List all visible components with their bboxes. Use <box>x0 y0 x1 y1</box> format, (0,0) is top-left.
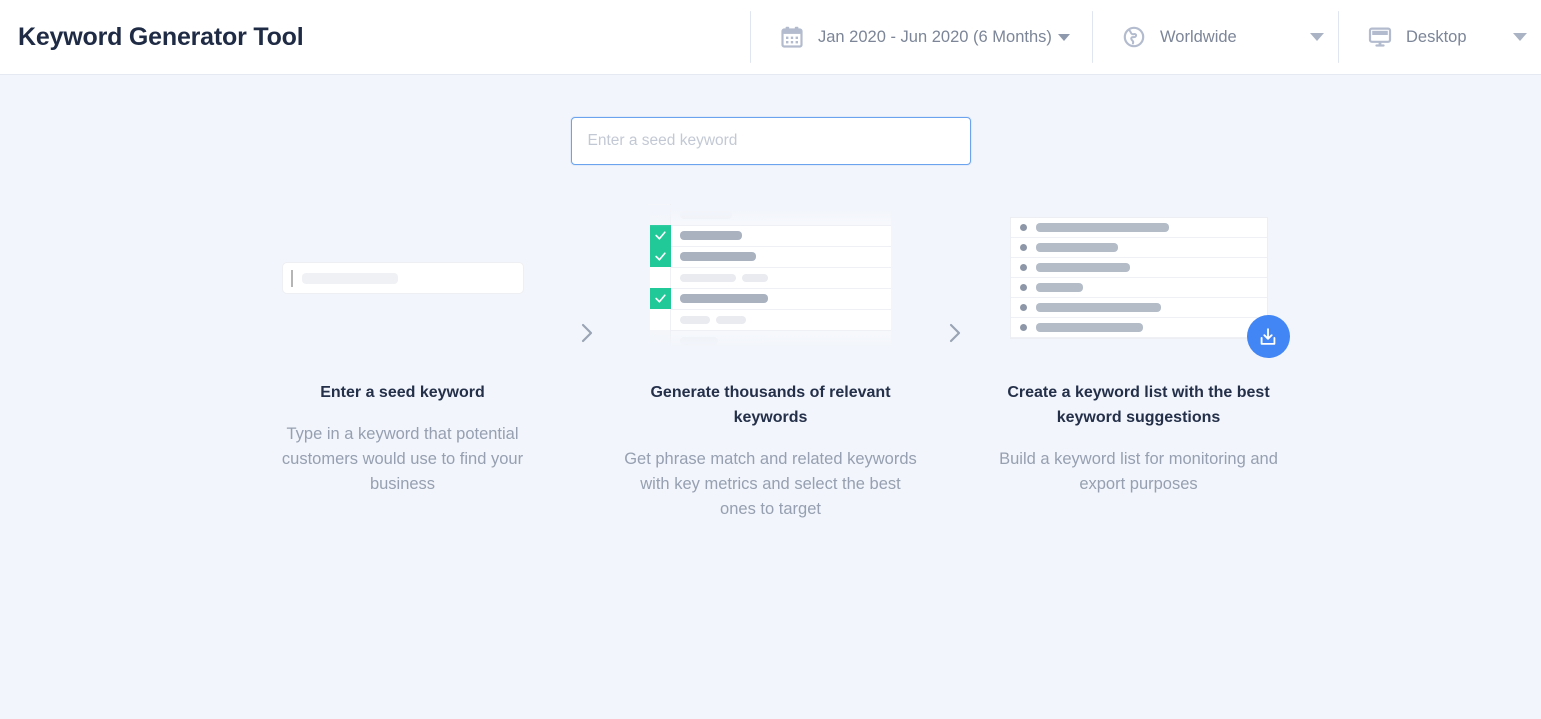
keyword-placeholder-bar <box>680 294 768 303</box>
placeholder-bar <box>302 273 398 284</box>
table-row-content <box>671 268 891 288</box>
table-row[interactable] <box>650 226 891 247</box>
chevron-down-icon <box>1310 33 1324 41</box>
step-title: Enter a seed keyword <box>258 380 548 405</box>
globe-icon <box>1122 25 1146 49</box>
table-row[interactable] <box>650 268 891 289</box>
chevron-right-icon <box>948 322 962 344</box>
device-label: Desktop <box>1406 28 1467 47</box>
table-row[interactable] <box>650 205 891 226</box>
keyword-list-illustration <box>989 203 1289 353</box>
keyword-placeholder-bar <box>680 274 736 282</box>
keyword-placeholder-bar <box>680 316 710 324</box>
bullet-icon <box>1020 324 1027 331</box>
page-title: Keyword Generator Tool <box>18 23 303 52</box>
step-description: Type in a keyword that potential custome… <box>253 422 553 497</box>
list-item[interactable] <box>1011 298 1267 318</box>
row-checkbox-checked[interactable] <box>650 288 671 309</box>
table-row-content <box>671 289 891 309</box>
keyword-placeholder-bar <box>680 337 718 345</box>
illustration-keyword-list <box>1010 217 1268 339</box>
step-description: Get phrase match and related keywords wi… <box>621 447 921 522</box>
bullet-icon <box>1020 284 1027 291</box>
bullet-icon <box>1020 224 1027 231</box>
table-row-content <box>671 205 891 225</box>
input-box-illustration <box>253 203 553 353</box>
row-checkbox-checked[interactable] <box>650 225 671 246</box>
header-controls: Jan 2020 - Jun 2020 (6 Months) Worldwide… <box>750 0 1541 74</box>
table-row[interactable] <box>650 310 891 331</box>
step-separator-1 <box>553 203 621 353</box>
step-create-keyword-list: Create a keyword list with the best keyw… <box>989 203 1289 497</box>
region-label: Worldwide <box>1160 28 1237 47</box>
step-separator-2 <box>921 203 989 353</box>
table-row-content <box>671 247 891 267</box>
bullet-icon <box>1020 304 1027 311</box>
keyword-placeholder-bar <box>1036 223 1169 232</box>
text-cursor-icon <box>291 270 293 287</box>
chevron-right-icon <box>580 322 594 344</box>
keyword-table-illustration <box>621 203 921 353</box>
step-title: Create a keyword list with the best keyw… <box>994 380 1284 430</box>
device-selector[interactable]: Desktop <box>1338 0 1541 74</box>
row-checkbox[interactable] <box>650 204 671 225</box>
date-range-label: Jan 2020 - Jun 2020 (6 Months) <box>818 28 1052 47</box>
list-item[interactable] <box>1011 258 1267 278</box>
keyword-placeholder-bar <box>716 316 746 324</box>
keyword-placeholder-bar <box>680 211 732 219</box>
check-icon <box>654 250 667 263</box>
keyword-placeholder-bar <box>1036 283 1083 292</box>
export-download-button[interactable] <box>1247 315 1290 358</box>
table-row-content <box>671 331 891 351</box>
main-content: Enter a seed keyword Type in a keyword t… <box>0 75 1541 719</box>
illustration-input-box <box>282 262 524 294</box>
row-checkbox[interactable] <box>650 309 671 330</box>
seed-keyword-input[interactable] <box>571 117 971 165</box>
step-title: Generate thousands of relevant keywords <box>626 380 916 430</box>
keyword-placeholder-bar <box>742 274 768 282</box>
download-icon <box>1257 326 1279 348</box>
keyword-placeholder-bar <box>1036 243 1118 252</box>
table-row[interactable] <box>650 247 891 268</box>
check-icon <box>654 292 667 305</box>
table-row-content <box>671 310 891 330</box>
table-row[interactable] <box>650 331 891 352</box>
keyword-placeholder-bar <box>1036 263 1130 272</box>
row-checkbox-checked[interactable] <box>650 246 671 267</box>
chevron-down-icon <box>1058 34 1070 41</box>
table-row-content <box>671 226 891 246</box>
step-description: Build a keyword list for monitoring and … <box>989 447 1289 497</box>
list-item[interactable] <box>1011 318 1267 338</box>
region-selector[interactable]: Worldwide <box>1092 0 1338 74</box>
keyword-placeholder-bar <box>680 231 742 240</box>
step-enter-seed-keyword: Enter a seed keyword Type in a keyword t… <box>253 203 553 497</box>
keyword-placeholder-bar <box>1036 323 1143 332</box>
onboarding-steps: Enter a seed keyword Type in a keyword t… <box>0 203 1541 522</box>
keyword-placeholder-bar <box>680 252 756 261</box>
illustration-keyword-table <box>650 205 891 352</box>
calendar-icon <box>780 25 804 49</box>
row-checkbox[interactable] <box>650 267 671 288</box>
page-title-container: Keyword Generator Tool <box>0 0 750 74</box>
list-item[interactable] <box>1011 278 1267 298</box>
date-range-selector[interactable]: Jan 2020 - Jun 2020 (6 Months) <box>750 0 1092 74</box>
keyword-placeholder-bar <box>1036 303 1161 312</box>
step-generate-keywords: Generate thousands of relevant keywords … <box>621 203 921 522</box>
app-header: Keyword Generator Tool Jan 2020 - Jun 20… <box>0 0 1541 75</box>
row-checkbox[interactable] <box>650 330 671 351</box>
bullet-icon <box>1020 264 1027 271</box>
list-item[interactable] <box>1011 238 1267 258</box>
bullet-icon <box>1020 244 1027 251</box>
list-item[interactable] <box>1011 218 1267 238</box>
check-icon <box>654 229 667 242</box>
desktop-icon <box>1368 25 1392 49</box>
table-row[interactable] <box>650 289 891 310</box>
seed-keyword-search-container <box>0 75 1541 165</box>
chevron-down-icon <box>1513 33 1527 41</box>
